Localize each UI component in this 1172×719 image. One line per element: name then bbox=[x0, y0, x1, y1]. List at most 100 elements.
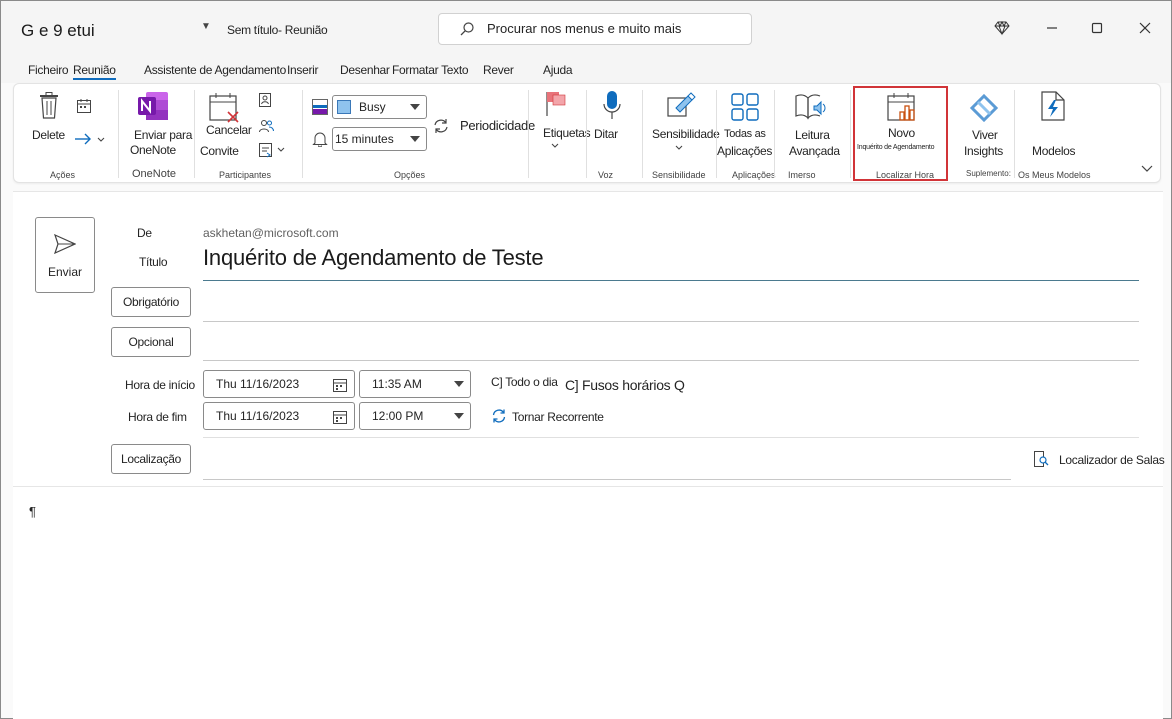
title-bar: G e 9 etui ▼ Sem título- Reunião Procura… bbox=[1, 1, 1171, 57]
end-time-value: 12:00 PM bbox=[372, 409, 424, 423]
all-apps-icon[interactable] bbox=[730, 92, 760, 122]
tag-flag-icon[interactable] bbox=[544, 90, 566, 116]
tab-ficheiro[interactable]: Ficheiro bbox=[28, 63, 69, 77]
templates-icon[interactable] bbox=[1040, 90, 1066, 122]
diamond-icon[interactable] bbox=[991, 17, 1013, 39]
optional-field-underline[interactable] bbox=[203, 360, 1139, 361]
group-separator bbox=[302, 90, 303, 178]
immersive-reader-line2[interactable]: Avançada bbox=[789, 144, 840, 158]
calendar-icon[interactable] bbox=[332, 409, 348, 425]
delete-button[interactable]: Delete bbox=[32, 128, 65, 142]
recurrence-icon[interactable] bbox=[491, 408, 507, 424]
onenote-icon[interactable] bbox=[136, 90, 170, 122]
attendees-icon[interactable] bbox=[258, 118, 274, 134]
calendar-small-icon[interactable] bbox=[76, 98, 92, 114]
close-button[interactable] bbox=[1134, 17, 1156, 39]
calendar-icon[interactable] bbox=[332, 377, 348, 393]
chevron-down-icon bbox=[410, 136, 420, 142]
templates-button[interactable]: Modelos bbox=[1032, 144, 1076, 158]
show-as-dropdown[interactable]: Busy bbox=[332, 95, 427, 119]
group-label-imerso: Imerso bbox=[788, 170, 816, 180]
new-scheduling-poll-line1[interactable]: Novo bbox=[888, 126, 915, 140]
body-separator bbox=[13, 486, 1163, 487]
group-separator bbox=[716, 90, 717, 178]
cancel-invite-icon[interactable] bbox=[208, 92, 242, 124]
cancel-invite-line2[interactable]: Convite bbox=[200, 144, 239, 158]
search-icon bbox=[460, 22, 474, 36]
app-title: G e 9 etui bbox=[21, 21, 95, 40]
sensitivity-icon[interactable] bbox=[666, 90, 696, 120]
message-body[interactable]: ¶ bbox=[29, 504, 36, 519]
end-time-dropdown[interactable]: 12:00 PM bbox=[359, 402, 471, 430]
start-time-dropdown[interactable]: 11:35 AM bbox=[359, 370, 471, 398]
subject-input[interactable]: Inquérito de Agendamento de Teste bbox=[203, 245, 544, 271]
response-options-icon[interactable] bbox=[258, 142, 286, 158]
location-field-underline[interactable] bbox=[203, 479, 1011, 480]
document-title: Sem título- Reunião bbox=[227, 23, 328, 37]
tags-button[interactable]: Etiquetas bbox=[543, 126, 591, 140]
tab-assistente-agendamento[interactable]: Assistente de Agendamento bbox=[144, 63, 286, 77]
maximize-button[interactable] bbox=[1086, 17, 1108, 39]
recurrence-button[interactable]: Periodicidade bbox=[460, 118, 535, 133]
new-scheduling-poll-line2[interactable]: Inquérito de Agendamento bbox=[857, 144, 935, 151]
search-box[interactable]: Procurar nos menus e muito mais bbox=[438, 13, 752, 45]
all-apps-line2[interactable]: Aplicações bbox=[717, 144, 772, 158]
reminder-dropdown[interactable]: 15 minutes bbox=[332, 127, 427, 151]
time-zones-toggle[interactable]: C] Fusos horários Q bbox=[565, 377, 685, 393]
minimize-button[interactable] bbox=[1041, 17, 1063, 39]
search-placeholder: Procurar nos menus e muito mais bbox=[487, 21, 682, 36]
group-separator bbox=[528, 90, 529, 178]
dictate-button[interactable]: Ditar bbox=[594, 127, 618, 141]
group-label-modelos: Os Meus Modelos bbox=[1018, 170, 1091, 180]
chevron-down-icon bbox=[410, 104, 420, 110]
start-date-picker[interactable]: Thu 11/16/2023 bbox=[203, 370, 355, 398]
from-label: De bbox=[137, 226, 152, 240]
address-book-icon[interactable] bbox=[258, 92, 272, 108]
location-button[interactable]: Localização bbox=[111, 444, 191, 474]
sensitivity-button[interactable]: Sensibilidade bbox=[652, 127, 720, 141]
tab-ajuda[interactable]: Ajuda bbox=[543, 63, 573, 77]
trash-icon[interactable] bbox=[38, 92, 60, 120]
tab-formatar-texto[interactable]: Formatar Texto bbox=[392, 63, 469, 77]
group-separator bbox=[774, 90, 775, 178]
tab-inserir[interactable]: Inserir bbox=[287, 63, 319, 77]
tab-desenhar[interactable]: Desenhar bbox=[340, 63, 390, 77]
required-field-underline[interactable] bbox=[203, 321, 1139, 322]
tab-rever[interactable]: Rever bbox=[483, 63, 514, 77]
room-finder-button[interactable]: Localizador de Salas bbox=[1059, 453, 1165, 467]
immersive-reader-line1[interactable]: Leitura bbox=[795, 128, 830, 142]
group-separator bbox=[850, 90, 851, 178]
expand-ribbon-chevron-icon[interactable] bbox=[1140, 164, 1154, 174]
viva-insights-line2[interactable]: Insights bbox=[964, 144, 1003, 158]
reminder-bell-icon bbox=[312, 132, 328, 147]
group-label-suplementos: Suplemento: bbox=[966, 169, 1011, 178]
group-separator bbox=[1014, 90, 1015, 178]
chevron-down-icon[interactable] bbox=[550, 142, 560, 150]
scheduling-poll-icon[interactable] bbox=[886, 92, 918, 122]
viva-insights-icon[interactable] bbox=[968, 92, 1000, 122]
end-date-picker[interactable]: Thu 11/16/2023 bbox=[203, 402, 355, 430]
start-time-label: Hora de início bbox=[125, 378, 195, 392]
immersive-reader-icon[interactable] bbox=[794, 92, 828, 122]
make-recurring-button[interactable]: Tornar Recorrente bbox=[512, 410, 604, 424]
ribbon: Delete Ações Enviar para OneNote OneNote bbox=[13, 83, 1161, 183]
send-to-onenote-line1[interactable]: Enviar para bbox=[134, 128, 192, 142]
room-finder-icon[interactable] bbox=[1033, 450, 1049, 468]
required-attendees-button[interactable]: Obrigatório bbox=[111, 287, 191, 317]
tab-reuniao[interactable]: Reunião bbox=[73, 63, 116, 80]
chevron-down-icon[interactable] bbox=[674, 144, 684, 152]
viva-insights-line1[interactable]: Viver bbox=[972, 128, 998, 142]
quick-access-chevron-icon[interactable]: ▼ bbox=[201, 21, 211, 32]
group-separator bbox=[194, 90, 195, 178]
microphone-icon[interactable] bbox=[602, 90, 622, 122]
forward-arrow-icon[interactable] bbox=[74, 132, 106, 146]
optional-attendees-button[interactable]: Opcional bbox=[111, 327, 191, 357]
show-as-icon bbox=[312, 99, 328, 115]
all-day-checkbox[interactable]: C] Todo o dia bbox=[491, 375, 558, 389]
send-to-onenote-line2[interactable]: OneNote bbox=[130, 143, 176, 157]
cancel-invite-line1[interactable]: Cancelar bbox=[206, 123, 252, 137]
send-label: Enviar bbox=[47, 265, 82, 279]
recurrence-icon[interactable] bbox=[432, 117, 450, 135]
send-button[interactable]: Enviar bbox=[35, 217, 95, 293]
all-apps-line1[interactable]: Todas as bbox=[724, 128, 766, 140]
